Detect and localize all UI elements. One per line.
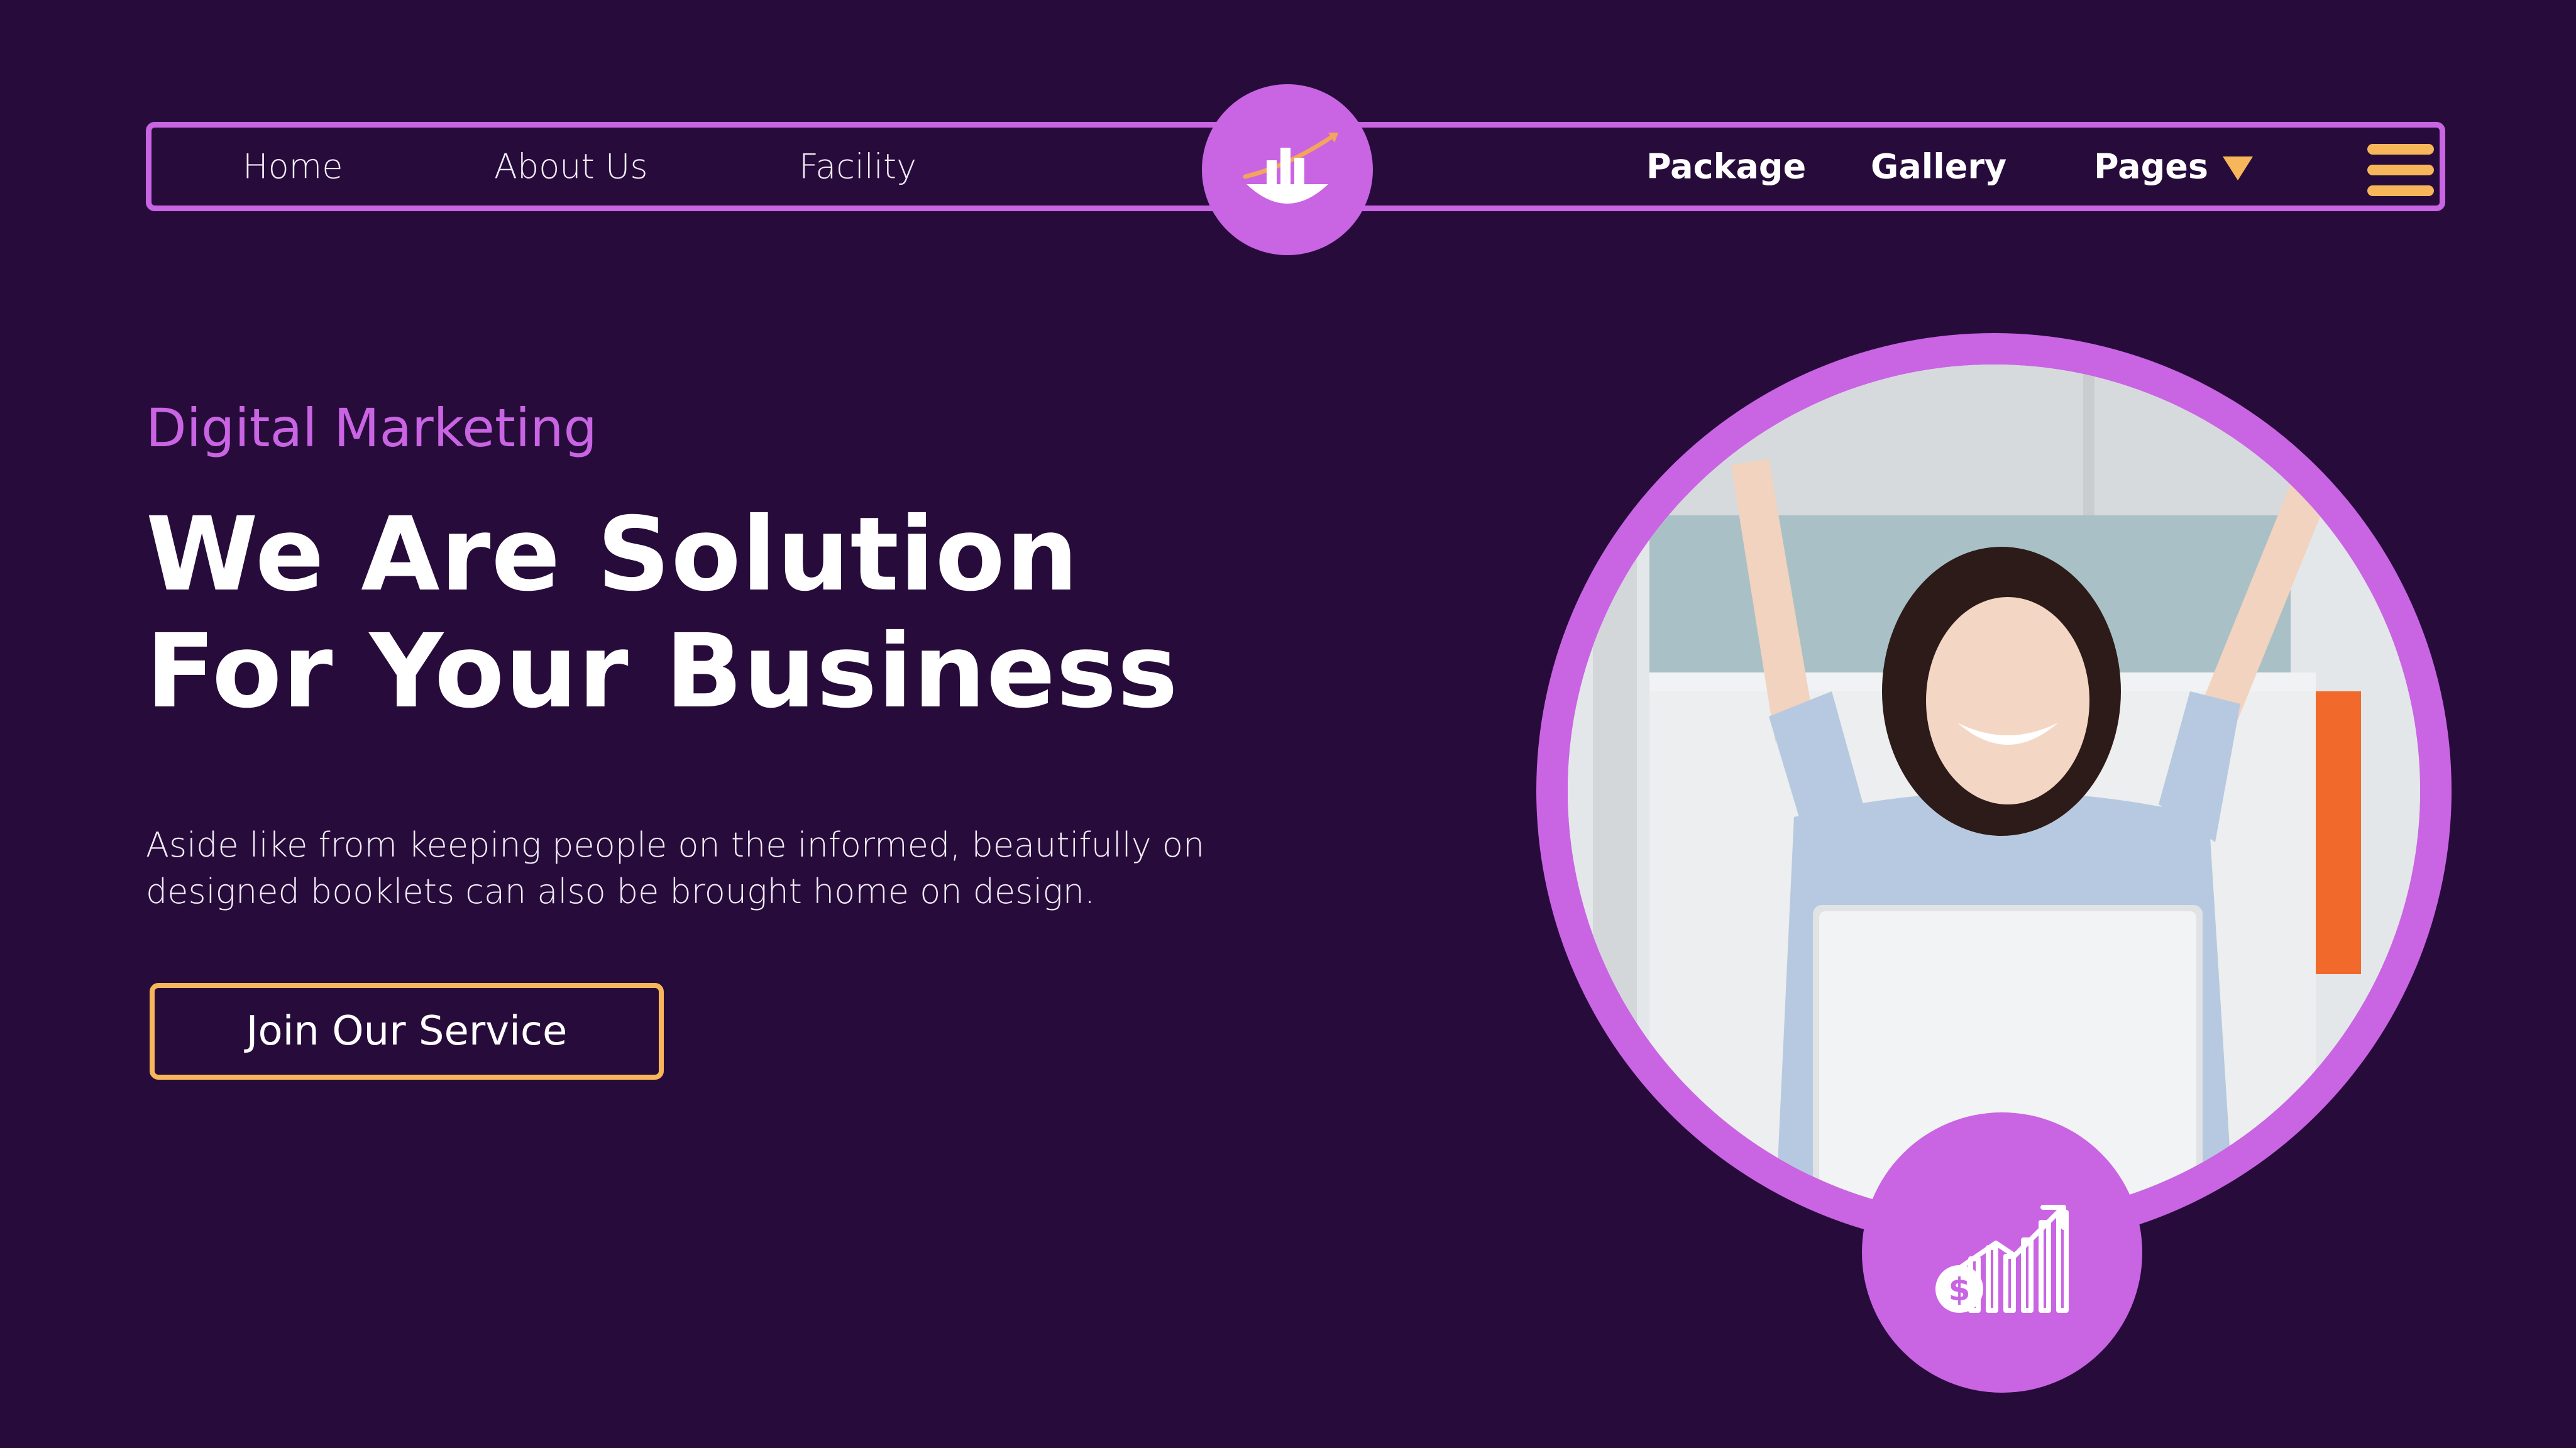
hero-description: Aside like from keeping people on the in… xyxy=(146,822,1214,915)
bar-chart-growth-logo-icon xyxy=(1243,133,1338,204)
logo-icon[interactable] xyxy=(1202,84,1373,255)
svg-text:$: $ xyxy=(1949,1271,1971,1308)
hero-eyebrow: Digital Marketing xyxy=(146,397,597,459)
money-growth-chart-icon: $ xyxy=(1935,1205,2069,1313)
join-service-button[interactable]: Join Our Service xyxy=(150,983,664,1080)
hero-headline: We Are Solution For Your Business xyxy=(146,496,1179,730)
nav-link-home[interactable]: Home xyxy=(243,147,343,187)
headline-line-1: We Are Solution xyxy=(146,496,1079,614)
nav-link-about-us[interactable]: About Us xyxy=(494,147,647,187)
headline-line-2: For Your Business xyxy=(146,613,1179,731)
hamburger-menu-icon[interactable] xyxy=(2367,144,2434,197)
nav-link-package[interactable]: Package xyxy=(1646,147,1806,187)
nav-link-pages[interactable]: Pages xyxy=(2094,147,2208,187)
caret-down-icon[interactable] xyxy=(2223,156,2253,181)
hero-photo-frame xyxy=(1536,333,2452,1248)
nav-link-facility[interactable]: Facility xyxy=(799,147,916,187)
woman-celebrating-photo xyxy=(1568,365,2420,1217)
description-line-1: Aside like from keeping people on the in… xyxy=(146,825,1205,865)
description-line-2: designed booklets can also be brought ho… xyxy=(146,872,1096,911)
growth-badge: $ xyxy=(1862,1112,2142,1393)
hero-photo xyxy=(1568,365,2420,1217)
nav-link-gallery[interactable]: Gallery xyxy=(1871,147,2006,187)
